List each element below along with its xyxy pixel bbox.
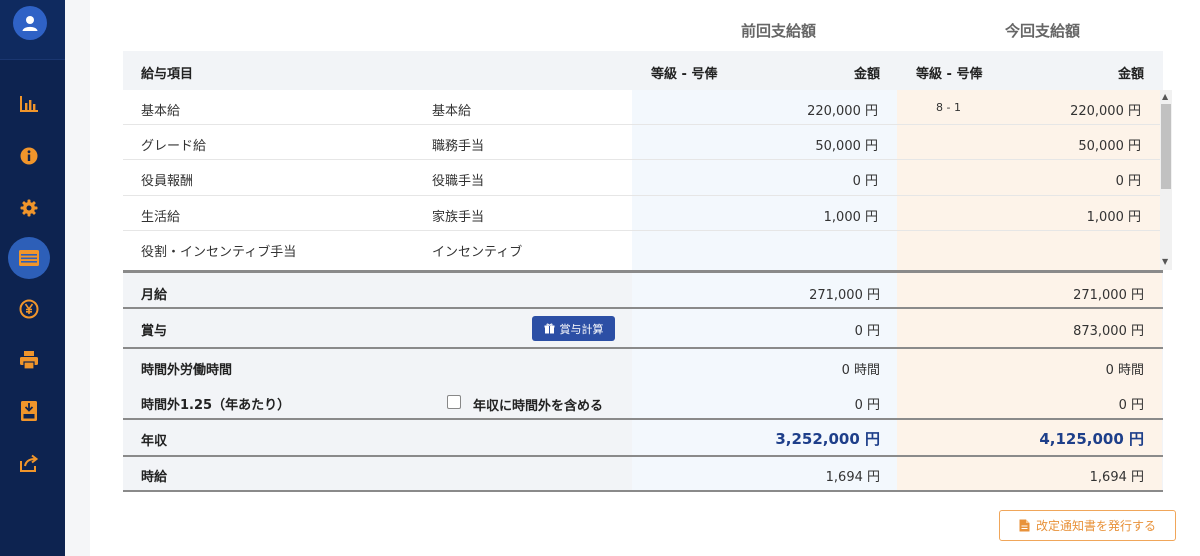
row-sub-item: 基本給 (432, 104, 472, 119)
summary-current-band (897, 273, 1162, 491)
overtime-rate-label: 時間外1.25（年あたり） (141, 398, 291, 413)
yen-icon (19, 299, 39, 319)
gift-icon (544, 323, 554, 334)
row-previous-amount: 0 円 (852, 174, 878, 189)
table-row: 役員報酬 役職手当 0 円 0 円 (123, 160, 1160, 195)
gear-icon (20, 199, 38, 217)
row-item: 役割・インセンティブ手当 (141, 245, 297, 260)
overtime-hours-current: 0 時間 (1105, 363, 1144, 378)
nav-item-info[interactable] (8, 135, 50, 177)
sidebar (0, 0, 65, 556)
annual-previous: 3,252,000 円 (775, 430, 880, 448)
issue-notice-label: 改定通知書を発行する (1035, 519, 1156, 533)
row-item: 基本給 (141, 104, 181, 119)
monthly-label: 月給 (141, 288, 168, 303)
bonus-calc-label: 賞与計算 (559, 322, 604, 336)
include-overtime-checkbox[interactable] (447, 395, 461, 409)
row-previous-amount: 50,000 円 (815, 139, 878, 154)
bonus-previous: 0 円 (854, 324, 880, 339)
nav-item-dashboard[interactable] (8, 83, 50, 125)
row-item: 生活給 (141, 210, 181, 225)
summary-previous-band (632, 273, 897, 491)
annual-current: 4,125,000 円 (1039, 430, 1144, 448)
nav-item-payroll[interactable] (8, 237, 50, 279)
annual-label: 年収 (141, 434, 168, 449)
row-item: 役員報酬 (141, 174, 194, 189)
row-item: グレード給 (141, 139, 207, 154)
header-amount-previous: 金額 (853, 67, 880, 82)
monthly-previous: 271,000 円 (809, 288, 880, 303)
current-column-title: 今回支給額 (1005, 22, 1081, 40)
overtime-hours-previous: 0 時間 (841, 363, 880, 378)
share-icon (20, 454, 39, 472)
nav-item-yen[interactable] (8, 288, 50, 330)
sidebar-header (0, 0, 65, 60)
hourly-previous: 1,694 円 (825, 470, 880, 485)
row-previous-amount: 1,000 円 (823, 210, 878, 225)
row-grade: 8 - 1 (936, 101, 961, 114)
row-current-amount: 220,000 円 (1070, 104, 1141, 119)
info-icon (20, 147, 38, 165)
bonus-label: 賞与 (141, 324, 168, 339)
summary-divider (123, 418, 1163, 420)
header-grade-previous: 等級 - 号俸 (651, 67, 718, 82)
overtime-rate-current: 0 円 (1118, 398, 1144, 413)
overtime-rate-previous: 0 円 (854, 398, 880, 413)
bonus-calc-button[interactable]: 賞与計算 (532, 316, 615, 341)
row-current-amount: 1,000 円 (1086, 210, 1141, 225)
table-row: 生活給 家族手当 1,000 円 1,000 円 (123, 196, 1160, 231)
nav-item-print[interactable] (8, 339, 50, 381)
row-current-amount: 0 円 (1115, 174, 1141, 189)
summary-divider (123, 490, 1163, 492)
issue-notice-button[interactable]: 改定通知書を発行する (999, 510, 1176, 541)
bonus-current: 873,000 円 (1073, 324, 1144, 339)
row-current-amount: 50,000 円 (1078, 139, 1141, 154)
table-row: グレード給 職務手当 50,000 円 50,000 円 (123, 125, 1160, 160)
hourly-current: 1,694 円 (1089, 470, 1144, 485)
header-item: 給与項目 (141, 67, 194, 82)
main-content: 前回支給額 今回支給額 給与項目 等級 - 号俸 金額 等級 - 号俸 金額 基… (90, 0, 1200, 556)
row-previous-amount: 220,000 円 (807, 104, 878, 119)
row-sub-item: 役職手当 (432, 174, 485, 189)
previous-column-title: 前回支給額 (741, 22, 817, 40)
payroll-list-icon (19, 250, 39, 266)
header-amount-current: 金額 (1117, 67, 1144, 82)
include-overtime-label[interactable]: 年収に時間外を含める (473, 395, 603, 414)
document-icon (1019, 519, 1030, 532)
summary-divider (123, 347, 1163, 349)
table-header: 給与項目 等級 - 号俸 金額 等級 - 号俸 金額 (123, 51, 1163, 90)
table-row: 役割・インセンティブ手当 インセンティブ (123, 231, 1160, 266)
row-sub-item: 家族手当 (432, 210, 485, 225)
scroll-down-icon[interactable]: ▼ (1162, 257, 1168, 266)
table-row: 基本給 基本給 220,000 円 8 - 1 220,000 円 (123, 90, 1160, 125)
row-sub-item: 職務手当 (432, 139, 485, 154)
printer-icon (20, 351, 38, 370)
nav-item-settings[interactable] (8, 187, 50, 229)
bar-chart-icon (20, 96, 38, 112)
avatar[interactable] (13, 6, 47, 40)
monthly-current: 271,000 円 (1073, 288, 1144, 303)
nav-item-export[interactable] (8, 442, 50, 484)
overtime-hours-label: 時間外労働時間 (141, 363, 233, 378)
row-sub-item: インセンティブ (432, 245, 523, 260)
user-icon (22, 16, 38, 31)
scrollbar-thumb[interactable] (1161, 104, 1171, 189)
header-grade-current: 等級 - 号俸 (916, 67, 983, 82)
csv-download-icon (21, 401, 37, 421)
scroll-up-icon[interactable]: ▲ (1162, 92, 1168, 101)
summary-divider (123, 455, 1163, 457)
summary-divider (123, 307, 1163, 309)
hourly-label: 時給 (141, 470, 168, 485)
nav-item-csv[interactable] (8, 390, 50, 432)
